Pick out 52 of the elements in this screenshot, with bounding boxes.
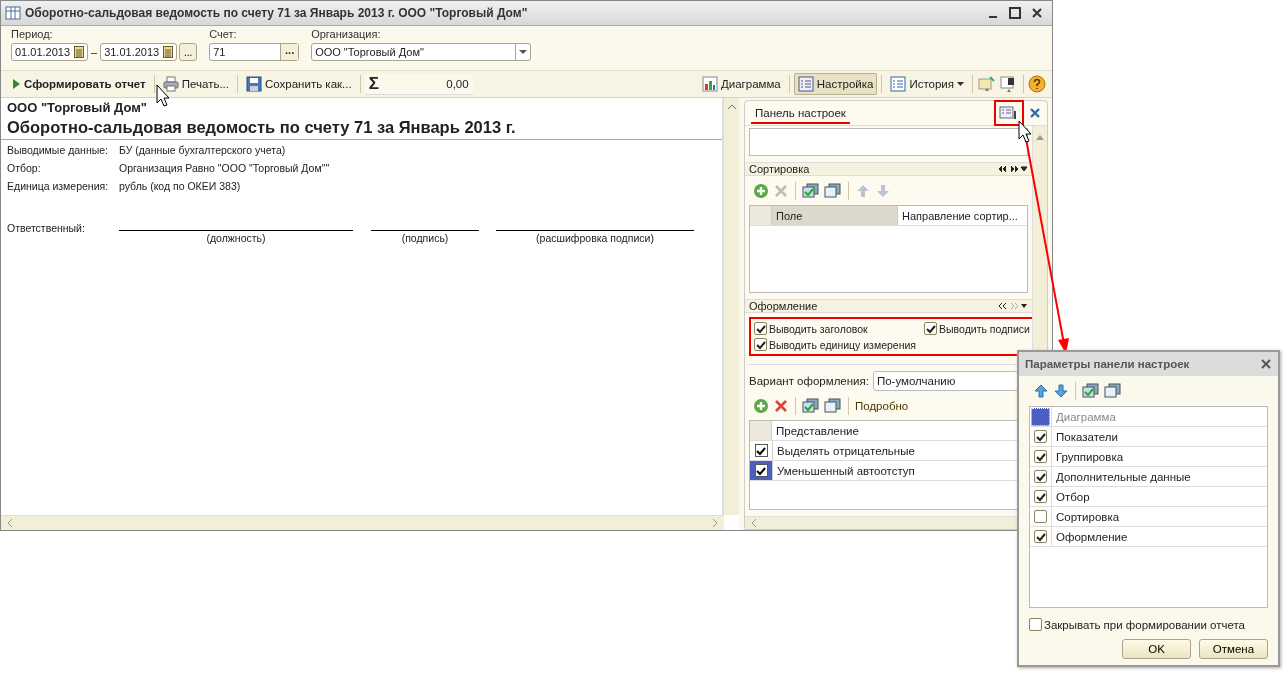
list-item[interactable]: Дополнительные данные <box>1052 467 1191 486</box>
settings-button[interactable]: Настройка <box>793 73 878 95</box>
table-cell-text: Выделять отрицательные <box>776 443 916 459</box>
column-header[interactable]: Направление сортир... <box>898 206 1027 225</box>
sum-field: Σ 0,00 <box>364 73 473 95</box>
select-button[interactable]: ... <box>280 44 299 60</box>
signature-caption: (подпись) <box>401 232 449 244</box>
panel-title: Панель настроек <box>751 107 850 124</box>
period-label: Период: <box>11 28 54 40</box>
parameter-label: Отбор: <box>7 162 42 174</box>
list-item[interactable]: Отбор <box>1052 487 1090 506</box>
parameter-label: Выводимые данные: <box>7 144 109 156</box>
organization-dropdown[interactable]: ООО "Торговый Дом" <box>311 43 532 61</box>
list-item[interactable]: Сортировка <box>1052 507 1120 526</box>
save-as-button[interactable]: Сохранить как... <box>242 73 356 95</box>
table-cell-text: Уменьшенный автоотступ <box>776 463 916 479</box>
parameter-label: Единица измерения: <box>7 180 110 192</box>
organization-label: Организация: <box>311 28 382 40</box>
signature-caption: (должность) <box>206 232 266 244</box>
section-title: Оформление <box>749 300 818 312</box>
report-title: Оборотно-сальдовая ведомость по счету 71 за Январь 2013 г. <box>7 118 517 137</box>
date-from-field[interactable]: 01.01.2013 <box>11 43 88 61</box>
ok-button[interactable]: OK <box>1122 639 1191 659</box>
checkbox-label[interactable]: Выводить единицу измерения <box>769 338 917 351</box>
parameter-value: Организация Равно "ООО "Торговый Дом"" <box>119 162 331 174</box>
section-title: Сортировка <box>749 163 810 175</box>
history-button[interactable]: История <box>886 73 968 95</box>
details-button[interactable]: Подробно <box>855 400 909 412</box>
list-item[interactable]: Оформление <box>1052 527 1128 546</box>
generate-report-button[interactable]: Сформировать отчет <box>7 73 150 95</box>
dialog-title: Параметры панели настроек <box>1025 358 1190 370</box>
parameter-value: БУ (данные бухгалтерского учета) <box>119 144 287 156</box>
list-item[interactable]: Группировка <box>1052 447 1124 466</box>
period-select-button[interactable]: ... <box>179 43 198 61</box>
date-to-field[interactable]: 31.01.2013 <box>100 43 178 61</box>
account-field[interactable]: 71 ... <box>209 43 300 61</box>
checkbox-label[interactable]: Закрывать при формировании отчета <box>1044 618 1245 631</box>
list-item[interactable]: Показатели <box>1052 427 1118 446</box>
company-name: ООО "Торговый Дом" <box>7 100 148 115</box>
checkbox-label[interactable]: Выводить заголовок <box>769 322 868 335</box>
chart-button[interactable]: Диаграмма <box>697 73 785 95</box>
window-title: Оборотно-сальдовая ведомость по счету 71 за Январь 2013 г. ООО "Торговый Дом" <box>25 6 529 20</box>
column-header[interactable]: Поле <box>772 206 898 225</box>
account-label: Счет: <box>209 28 238 40</box>
print-button[interactable]: Печать... <box>158 73 233 95</box>
signature-caption: (расшифровка подписи) <box>536 232 654 244</box>
checkbox-label[interactable]: Выводить подписи <box>939 322 1030 335</box>
variant-label: Вариант оформления: <box>749 375 869 387</box>
cancel-button[interactable]: Отмена <box>1199 639 1268 659</box>
responsible-label: Ответственный: <box>7 222 86 234</box>
dash-separator: – <box>90 46 99 58</box>
parameter-value: рубль (код по ОКЕИ 383) <box>119 180 242 192</box>
